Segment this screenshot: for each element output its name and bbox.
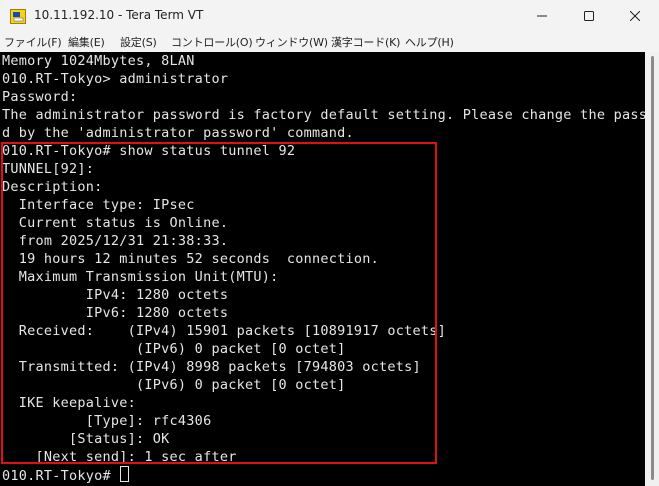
teraterm-icon [10,9,26,24]
menu-setup[interactable]: 設定(S) [120,34,157,50]
prompt-line[interactable]: 010.RT-Tokyo# [2,466,130,484]
menu-file[interactable]: ファイル(F) [4,34,62,50]
terminal-line: d by the 'administrator password' comman… [2,125,354,141]
menu-kanji-code[interactable]: 漢字コード(K) [331,34,400,50]
minimize-button[interactable] [519,0,565,32]
terminal-line: Memory 1024Mbytes, 8LAN [2,53,195,69]
teraterm-window: 10.11.192.10 - Tera Term VT ファイル(F) 編集(E… [0,0,659,486]
menu-control[interactable]: コントロール(O) [171,34,253,50]
menu-edit[interactable]: 編集(E) [68,34,105,50]
terminal-line: Password: [2,89,78,105]
maximize-button[interactable] [566,0,612,32]
menu-bar: ファイル(F) 編集(E) 設定(S) コントロール(O) ウィンドウ(W) 漢… [0,32,659,53]
terminal-line: 010.RT-Tokyo> administrator [2,71,229,87]
menu-help[interactable]: ヘルプ(H) [405,34,454,50]
highlight-box [1,142,437,464]
vertical-scrollbar[interactable] [645,52,659,486]
maximize-icon [584,11,594,21]
menu-window[interactable]: ウィンドウ(W) [255,34,328,50]
scrollbar-thumb[interactable] [651,56,654,480]
window-title: 10.11.192.10 - Tera Term VT [34,8,204,22]
minimize-icon [537,15,547,17]
command-prompt: 010.RT-Tokyo# [2,468,120,484]
text-cursor [120,466,130,482]
close-icon [630,11,640,21]
terminal-line: The administrator password is factory de… [2,107,645,123]
title-bar[interactable]: 10.11.192.10 - Tera Term VT [0,0,659,32]
close-button[interactable] [612,0,658,32]
